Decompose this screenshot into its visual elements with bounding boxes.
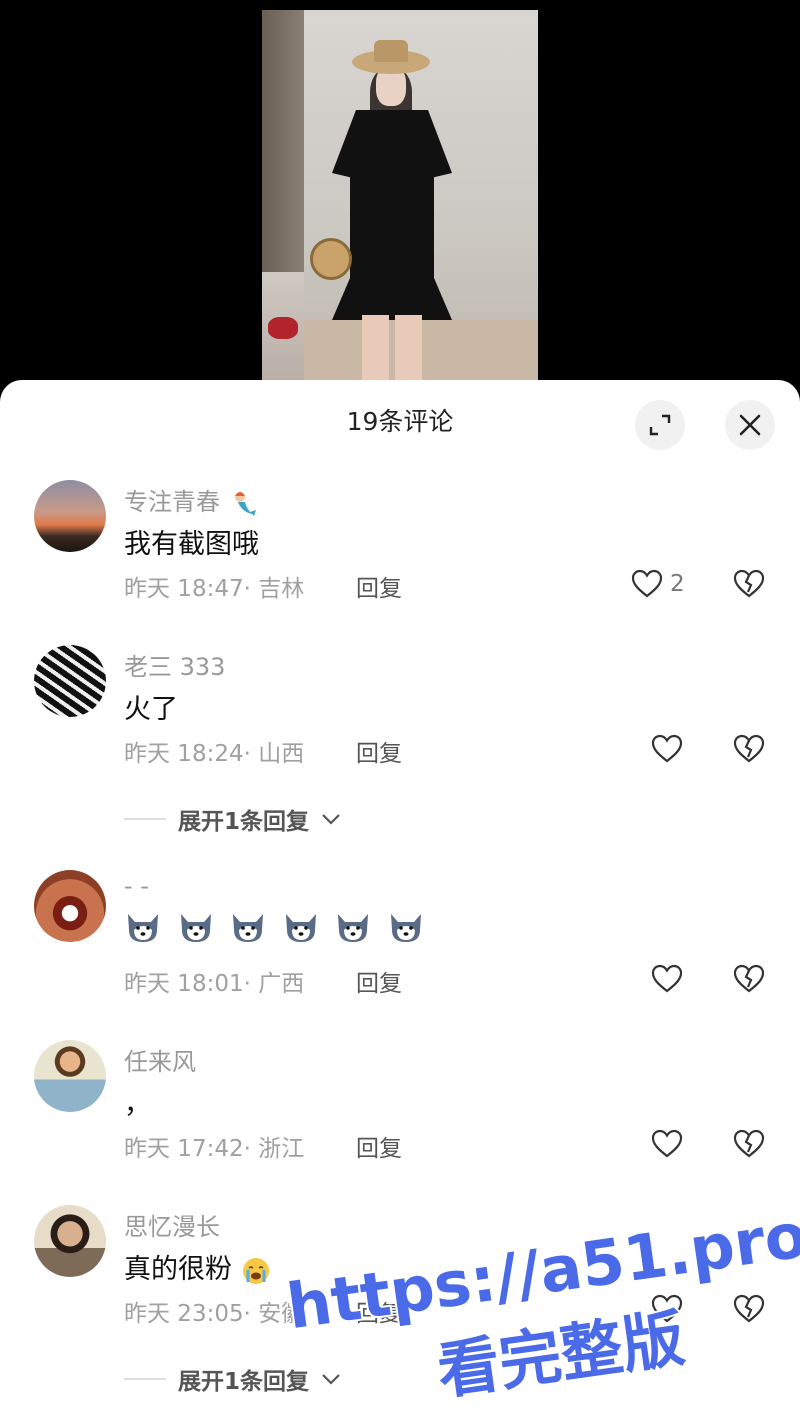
close-icon <box>739 414 761 436</box>
broken-heart-icon[interactable] <box>732 962 766 996</box>
heart-icon[interactable] <box>650 1292 684 1326</box>
broken-heart-icon[interactable] <box>732 1127 766 1161</box>
chevron-down-icon <box>322 1374 340 1385</box>
reply-button[interactable]: 回复 <box>356 569 402 603</box>
comment-time: 昨天 18:01 <box>124 971 244 997</box>
heart-icon[interactable] <box>650 962 684 996</box>
zebra-pattern-avatar[interactable] <box>34 645 106 717</box>
comments-sheet: 19条评论 专注青春 我有截图哦 昨天 18:47· 吉林 回复 2 老三 33… <box>0 380 800 1415</box>
comment-location: · 广西 <box>243 971 305 997</box>
comment-meta: 昨天 23:05· 安徽 <box>124 1294 304 1328</box>
inset-red-object <box>268 317 298 339</box>
comment-location: · 安徽 <box>243 1301 305 1327</box>
username[interactable]: 专注青春 <box>124 488 220 516</box>
comment-meta: 昨天 18:24· 山西 <box>124 734 304 768</box>
reply-button[interactable]: 回复 <box>356 964 402 998</box>
comment-time: 昨天 18:24 <box>124 741 244 767</box>
comment-location: · 吉林 <box>243 576 305 602</box>
chevron-down-icon <box>322 814 340 825</box>
husky-emoji <box>285 914 316 942</box>
mermaid-emoji-icon <box>234 492 256 516</box>
broken-heart-icon[interactable] <box>732 567 766 601</box>
expand-button[interactable] <box>635 400 685 450</box>
cartoon-person-avatar[interactable] <box>34 1040 106 1112</box>
comment-meta: 昨天 18:47· 吉林 <box>124 569 304 603</box>
husky-emoji <box>338 914 369 942</box>
username[interactable]: - - <box>124 872 149 900</box>
close-button[interactable] <box>725 400 775 450</box>
username[interactable]: 思忆漫长 <box>124 1207 220 1242</box>
username[interactable]: 老三 333 <box>124 647 225 682</box>
comment-location: · 浙江 <box>243 1136 305 1162</box>
comment-text-row: 真的很粉 <box>124 1247 271 1286</box>
man-portrait-avatar[interactable] <box>34 1205 106 1277</box>
reply-button[interactable]: 回复 <box>356 1294 402 1328</box>
sunset-avatar[interactable] <box>34 480 106 552</box>
crying-emoji-icon <box>242 1257 269 1284</box>
expand-replies-button[interactable]: 展开1条回复 <box>124 802 341 836</box>
comment-location: · 山西 <box>243 741 305 767</box>
comment-time: 昨天 23:05 <box>124 1301 244 1327</box>
reply-button[interactable]: 回复 <box>356 734 402 768</box>
husky-emoji <box>390 914 421 942</box>
comment-text: 火了 <box>124 694 178 725</box>
laughing-face-avatar[interactable] <box>34 870 106 942</box>
reply-button[interactable]: 回复 <box>356 1129 402 1163</box>
husky-emoji <box>233 914 264 942</box>
expand-replies-label: 展开1条回复 <box>178 809 310 835</box>
expand-icon <box>649 414 671 436</box>
comment-time: 昨天 18:47 <box>124 576 244 602</box>
expand-replies-label: 展开1条回复 <box>178 1369 310 1395</box>
comment-text: ， <box>124 1089 151 1120</box>
video-inset <box>262 272 304 382</box>
heart-icon[interactable] <box>650 1127 684 1161</box>
comment-time: 昨天 17:42 <box>124 1136 244 1162</box>
expand-replies-button[interactable]: 展开1条回复 <box>124 1362 341 1396</box>
comment-meta: 昨天 18:01· 广西 <box>124 964 304 998</box>
video-area[interactable] <box>0 0 800 400</box>
comment-text-emojis <box>124 908 431 946</box>
username[interactable]: 任来风 <box>124 1042 196 1077</box>
husky-emoji <box>180 914 211 942</box>
video-frame[interactable] <box>262 10 538 390</box>
comment-meta: 昨天 17:42· 浙江 <box>124 1129 304 1163</box>
broken-heart-icon[interactable] <box>732 1292 766 1326</box>
figure-dress <box>332 110 452 320</box>
figure-legs <box>362 315 422 390</box>
heart-icon[interactable] <box>630 567 664 601</box>
broken-heart-icon[interactable] <box>732 732 766 766</box>
comment-text: 我有截图哦 <box>124 529 259 560</box>
divider-line <box>124 818 166 820</box>
heart-icon[interactable] <box>650 732 684 766</box>
figure-hat-top <box>374 40 408 62</box>
divider-line <box>124 1378 166 1380</box>
username-row: 专注青春 <box>124 482 258 518</box>
like-count: 2 <box>670 571 685 597</box>
comment-text: 真的很粉 <box>124 1254 232 1285</box>
figure-bag <box>310 238 352 280</box>
husky-emoji <box>128 914 158 942</box>
